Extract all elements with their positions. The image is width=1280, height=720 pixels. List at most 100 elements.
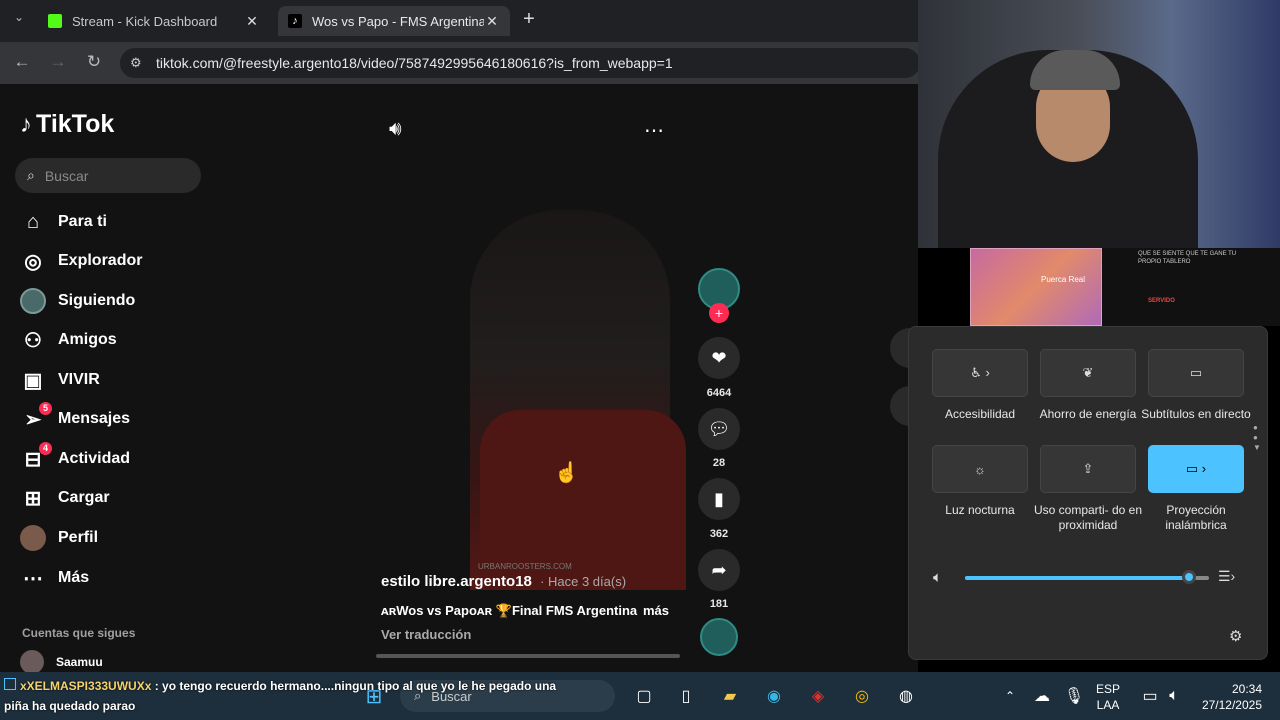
accessibility-icon: ♿︎ › xyxy=(970,365,990,380)
tile-luz-nocturna[interactable]: ☼ xyxy=(932,445,1028,493)
nav-siguiendo[interactable]: Siguiendo xyxy=(20,286,220,316)
messages-badge: 5 xyxy=(39,402,52,415)
speaker-icon[interactable]: 🔈︎ xyxy=(933,569,942,586)
nav-amigos[interactable]: ⚇ Amigos xyxy=(20,325,220,355)
nav-perfil[interactable]: Perfil xyxy=(20,523,220,553)
share-icon: ⇪ xyxy=(1082,461,1094,476)
forward-arrow-icon[interactable]: → xyxy=(47,52,69,72)
comment-count: 28 xyxy=(712,457,726,469)
settings-gear-icon[interactable]: ⚙ xyxy=(1229,627,1242,645)
site-settings-icon[interactable]: ⚙ xyxy=(130,55,142,71)
tile-label: Luz nocturna xyxy=(945,503,1015,517)
video-author-row: estilo libre.argento18 · Hace 3 día(s) xyxy=(381,573,626,590)
following-account[interactable]: Saamuu xyxy=(20,650,103,672)
cast-icon: ▭ › xyxy=(1185,461,1207,476)
banner-tag: SERVIDO xyxy=(1148,298,1175,304)
tile-label: Subtítulos en directo xyxy=(1141,407,1251,421)
tray-chevron-icon[interactable]: ⌃ xyxy=(996,682,1024,710)
file-explorer-icon[interactable]: ▰ xyxy=(716,682,744,710)
following-avatar xyxy=(20,288,46,314)
file-icon[interactable]: ▯ xyxy=(672,682,700,710)
sound-disc-icon[interactable] xyxy=(700,618,738,656)
cursor-hand-icon: ☝ xyxy=(554,462,579,484)
nav-actividad[interactable]: ⊟ 4 Actividad xyxy=(20,442,220,474)
tile-subtitulos[interactable]: ▭ xyxy=(1148,349,1244,397)
volume-icon[interactable]: 🔊︎ xyxy=(389,118,402,141)
close-icon[interactable]: ✕ xyxy=(244,13,260,30)
browser-window: ⌄ Stream - Kick Dashboard ✕ ♪ Wos vs Pap… xyxy=(0,0,920,720)
video-progress-bar[interactable] xyxy=(376,654,680,658)
stream-clip-banner: QUE SE SIENTE QUE TE GANE TU PROPIO TABL… xyxy=(1102,248,1280,326)
save-button[interactable]: ▮ xyxy=(698,478,740,520)
url-field[interactable]: ⚙ tiktok.com/@freestyle.argento18/video/… xyxy=(120,48,920,78)
nav-explorador[interactable]: ◎ Explorador xyxy=(20,246,220,276)
search-placeholder: Buscar xyxy=(44,167,89,184)
compass-icon: ◎ xyxy=(24,250,42,273)
tile-proyeccion[interactable]: ▭ › xyxy=(1148,445,1244,493)
cloud-icon[interactable]: ☁ xyxy=(1028,682,1056,710)
post-time: · Hace 3 día(s) xyxy=(540,574,627,589)
nav-para-ti[interactable]: ⌂ Para ti xyxy=(20,207,220,237)
inbox-icon: ⊟ 4 xyxy=(20,442,52,472)
tiktok-note-icon: ♪ xyxy=(20,110,32,138)
microphone-icon[interactable]: 🎙︎ xyxy=(1060,682,1088,710)
author-name[interactable]: estilo libre.argento18 xyxy=(381,573,532,590)
stream-clip-thumbnail: Puerca Real xyxy=(970,248,1102,326)
reload-icon[interactable]: ↻ xyxy=(83,52,105,72)
video-player[interactable]: URBANROOSTERS.COM xyxy=(370,170,686,590)
clock[interactable]: 20:34 27/12/2025 xyxy=(1196,681,1262,713)
volume-fill xyxy=(965,576,1190,580)
more-link[interactable]: más xyxy=(643,603,669,618)
audio-mixer-icon[interactable]: ☰› xyxy=(1218,568,1235,585)
search-input[interactable]: ⌕ Buscar xyxy=(15,158,201,193)
share-button[interactable]: ➦ xyxy=(698,549,740,591)
more-options-icon[interactable]: ⋯ xyxy=(644,118,664,143)
clip-tag: Puerca Real xyxy=(1041,275,1086,284)
nav-mensajes[interactable]: ➢ 5 Mensajes xyxy=(20,402,220,434)
clock-date: 27/12/2025 xyxy=(1201,698,1262,712)
home-icon: ⌂ xyxy=(26,210,40,233)
speaker-icon[interactable]: 🔈︎ xyxy=(1160,682,1188,710)
nav-cargar[interactable]: ⊞ Cargar xyxy=(20,483,220,513)
task-view-icon[interactable]: ▢ xyxy=(630,682,658,710)
tile-accesibilidad[interactable]: ♿︎ › xyxy=(932,349,1028,397)
comment-button[interactable]: 💬︎ xyxy=(698,408,740,450)
new-tab-button[interactable]: + xyxy=(518,8,540,31)
edge-icon[interactable]: ◉ xyxy=(760,682,788,710)
volume-thumb[interactable] xyxy=(1182,570,1197,584)
app-red-icon[interactable]: ◈ xyxy=(804,682,832,710)
page-dots[interactable]: ● ● ▼ xyxy=(1253,423,1261,453)
save-count: 362 xyxy=(709,528,729,540)
tile-uso-compartido[interactable]: ⇪ xyxy=(1040,445,1136,493)
volume-slider[interactable] xyxy=(965,570,1209,584)
profile-avatar xyxy=(20,525,46,551)
banner-text: QUE SE SIENTE QUE TE GANE TU PROPIO TABL… xyxy=(1138,251,1237,265)
nav-mas[interactable]: ⋯ Más xyxy=(20,563,220,593)
chat-overlay-message: xXELMASPI333UWUXx : yo tengo recuerdo he… xyxy=(4,676,564,716)
kick-icon xyxy=(48,14,62,28)
tiktok-page: ♪ TikTok ⌕ Buscar ⌂ Para ti ◎ Explorador… xyxy=(0,84,918,672)
close-icon[interactable]: ✕ xyxy=(484,13,500,30)
language-indicator[interactable]: ESP LAA xyxy=(1096,681,1120,713)
follow-plus-icon[interactable]: + xyxy=(709,303,729,323)
quick-settings-panel: ♿︎ › Accesibilidad ❦ Ahorro de energía ▭… xyxy=(908,326,1268,660)
like-button[interactable]: ❤ xyxy=(698,337,740,379)
tab-tiktok-video[interactable]: ♪ Wos vs Papo - FMS Argentina 2 ✕ xyxy=(278,6,510,36)
obs-icon[interactable]: ◍ xyxy=(892,682,920,710)
tab-title: Wos vs Papo - FMS Argentina 2 xyxy=(312,13,484,29)
live-tv-icon: ▣ xyxy=(23,369,43,392)
friends-icon: ⚇ xyxy=(24,329,42,352)
share-count: 181 xyxy=(709,598,729,610)
chrome-icon[interactable]: ◎ xyxy=(848,682,876,710)
tab-list-button[interactable]: ⌄ xyxy=(8,10,30,24)
tile-ahorro-energia[interactable]: ❦ xyxy=(1040,349,1136,397)
clock-time: 20:34 xyxy=(1231,682,1262,696)
account-avatar xyxy=(20,650,44,672)
tab-kick-dashboard[interactable]: Stream - Kick Dashboard ✕ xyxy=(38,6,270,36)
translate-link[interactable]: Ver traducción xyxy=(381,627,471,642)
address-bar-row: ← → ↻ ⚙ tiktok.com/@freestyle.argento18/… xyxy=(0,42,920,84)
nav-vivir[interactable]: ▣ VIVIR xyxy=(20,365,220,395)
back-arrow-icon[interactable]: ← xyxy=(11,52,33,72)
tiktok-logo[interactable]: ♪ TikTok xyxy=(20,110,114,139)
following-header: Cuentas que sigues xyxy=(22,626,136,640)
